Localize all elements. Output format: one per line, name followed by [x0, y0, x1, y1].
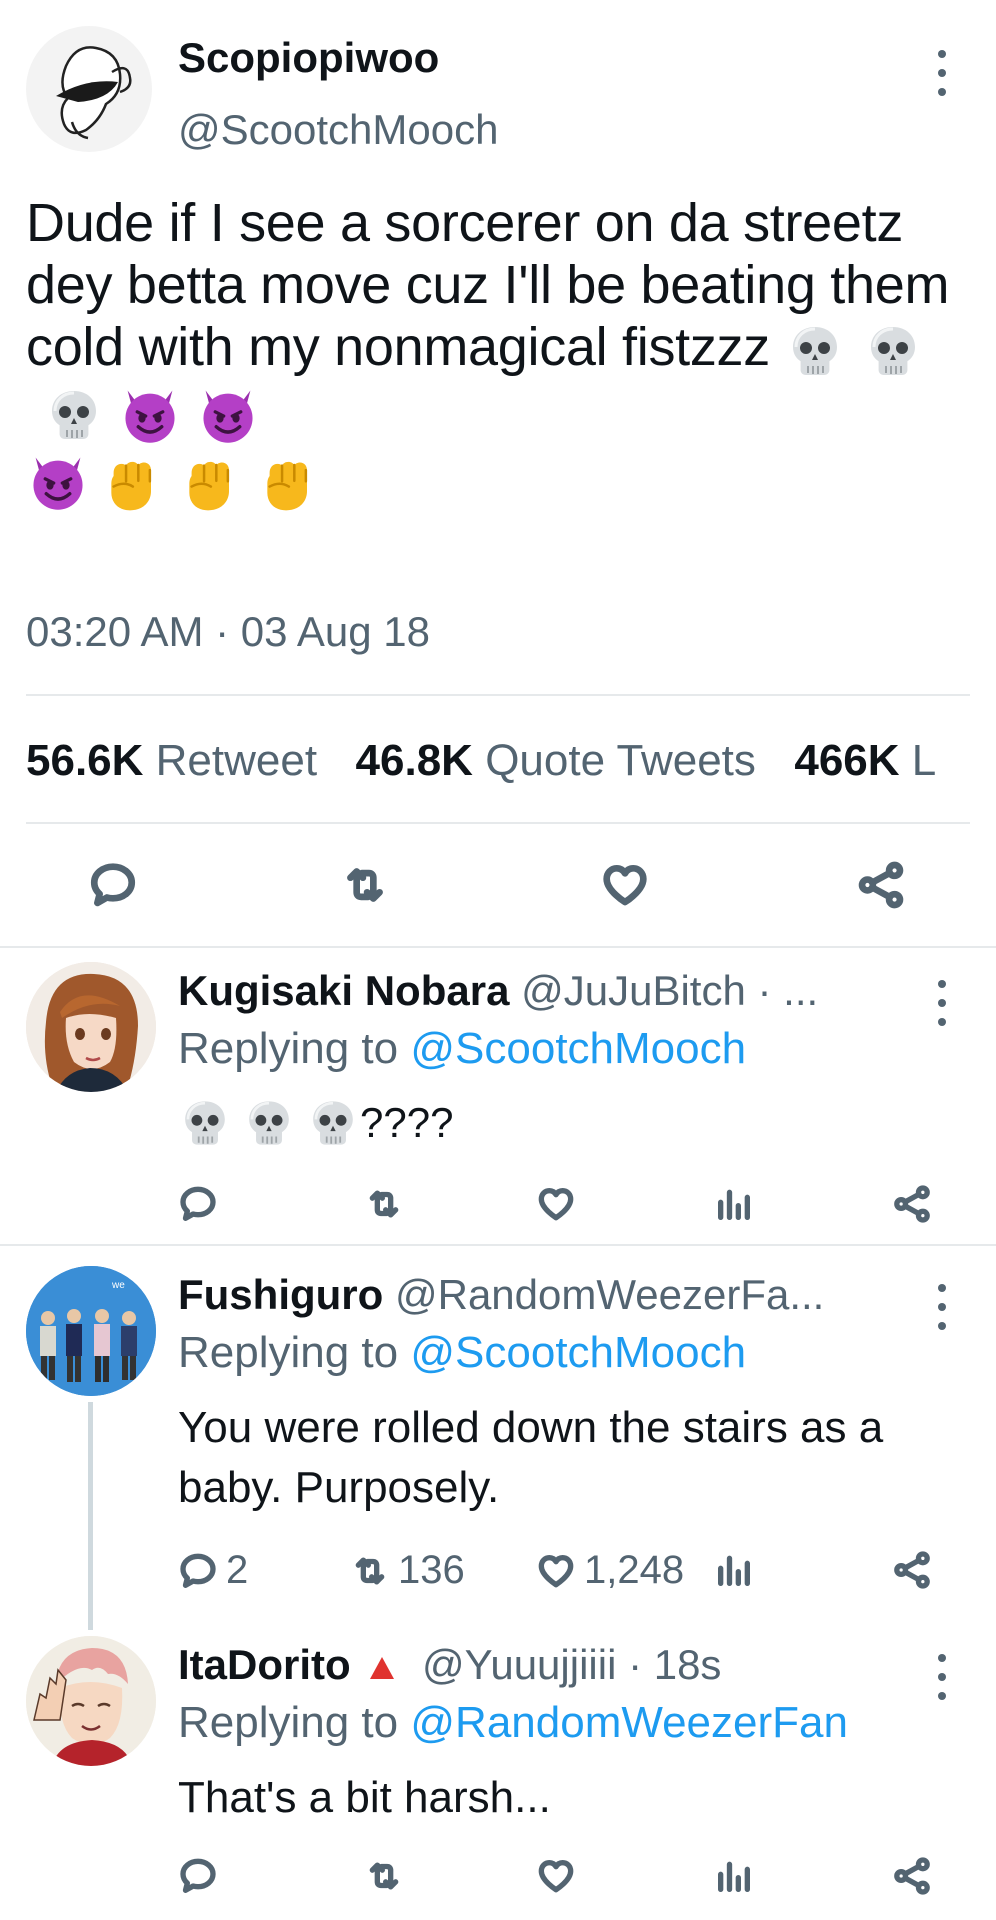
retweet-count[interactable]: 56.6K — [26, 736, 143, 785]
dot-icon — [938, 1284, 946, 1292]
fist-emoji-icon — [100, 448, 168, 516]
fist-emoji-icon — [178, 448, 246, 516]
reply-more-button[interactable] — [932, 1284, 952, 1330]
thread-line — [88, 1402, 93, 1630]
reply-more-button[interactable] — [932, 980, 952, 1026]
quote-label[interactable]: Quote Tweets — [485, 736, 756, 785]
author-handle[interactable]: @ScootchMooch — [178, 106, 498, 154]
replying-to-label: Replying to — [178, 1024, 399, 1073]
reply-button[interactable] — [88, 860, 138, 910]
reply-button[interactable] — [178, 1856, 218, 1896]
reply-avatar[interactable] — [26, 962, 156, 1092]
reply-header: Kugisaki Nobara @JuJuBitch · ... — [178, 966, 818, 1016]
dot-icon — [938, 1673, 946, 1681]
smiling-devil-emoji-icon — [118, 383, 182, 447]
skull-emoji-icon — [306, 1096, 360, 1150]
dot-icon — [938, 1654, 946, 1662]
tweet-more-button[interactable] — [932, 50, 952, 96]
skull-emoji-icon — [44, 385, 104, 445]
retweet-label[interactable]: Retweet — [156, 736, 317, 785]
divider — [0, 1244, 996, 1246]
retweet-button[interactable] — [340, 860, 390, 910]
smiling-devil-emoji-icon — [26, 450, 90, 514]
share-button[interactable] — [892, 1550, 932, 1590]
reply-handle[interactable]: @Yuuujjiiii · 18s — [422, 1641, 721, 1688]
views-button[interactable] — [714, 1856, 754, 1896]
replying-to: Replying to @RandomWeezerFan — [178, 1698, 848, 1748]
share-button[interactable] — [856, 860, 906, 910]
dot-icon — [938, 980, 946, 988]
reply-text: ???? — [178, 1092, 453, 1151]
author-display-name[interactable]: Scopiopiwoo — [178, 34, 439, 82]
dot-icon — [938, 88, 946, 96]
reply-header: ItaDorito @Yuuujjiiii · 18s — [178, 1640, 721, 1690]
like-label[interactable]: L — [912, 736, 936, 785]
reply-avatar[interactable] — [26, 1636, 156, 1766]
reply-display-name[interactable]: ItaDorito — [178, 1641, 351, 1688]
reply-body: You were rolled down the stairs as a bab… — [178, 1403, 884, 1512]
share-button[interactable] — [892, 1184, 932, 1224]
like-button[interactable] — [600, 860, 650, 910]
retweet-count: 136 — [398, 1548, 465, 1592]
dot-icon — [938, 69, 946, 77]
like-count: 1,248 — [584, 1548, 685, 1592]
skull-emoji-icon — [178, 1096, 232, 1150]
reply-display-name[interactable]: Fushiguro — [178, 1271, 383, 1318]
replying-to-handle[interactable]: @ScootchMooch — [410, 1328, 746, 1377]
tweet-text: Dude if I see a sorcerer on da streetz d… — [26, 192, 976, 516]
replying-to: Replying to @ScootchMooch — [178, 1328, 746, 1378]
reply-body: That's a bit harsh... — [178, 1773, 551, 1822]
reply-body: ???? — [360, 1098, 454, 1146]
dot-icon — [938, 1303, 946, 1311]
reply-header: Fushiguro @RandomWeezerFa... — [178, 1270, 824, 1320]
reply-more-button[interactable] — [932, 1654, 952, 1700]
reply-button[interactable]: 2 — [178, 1548, 248, 1593]
replying-to-handle[interactable]: @ScootchMooch — [410, 1024, 746, 1073]
views-button[interactable] — [714, 1550, 754, 1590]
dot-icon — [938, 50, 946, 58]
quote-count[interactable]: 46.8K — [356, 736, 473, 785]
like-count[interactable]: 466K — [794, 736, 899, 785]
reply-display-name[interactable]: Kugisaki Nobara — [178, 967, 509, 1014]
like-button[interactable] — [536, 1184, 576, 1224]
divider — [26, 694, 970, 696]
reply-handle[interactable]: @JuJuBitch · ... — [521, 967, 818, 1014]
dot-icon — [938, 999, 946, 1007]
retweet-button[interactable] — [364, 1184, 404, 1224]
reply-avatar[interactable]: we — [26, 1266, 156, 1396]
divider — [26, 822, 970, 824]
svg-text:we: we — [111, 1280, 125, 1291]
tweet-stats: 56.6K Retweet 46.8K Quote Tweets 466K L — [26, 736, 996, 786]
dot-icon — [938, 1322, 946, 1330]
author-avatar[interactable] — [26, 26, 152, 152]
red-triangle-icon — [368, 1655, 396, 1681]
views-button[interactable] — [714, 1184, 754, 1224]
replying-to-label: Replying to — [178, 1328, 399, 1377]
like-button[interactable] — [536, 1856, 576, 1896]
smiling-devil-emoji-icon — [196, 383, 260, 447]
share-button[interactable] — [892, 1856, 932, 1896]
fist-emoji-icon — [256, 448, 324, 516]
skull-emoji-icon — [785, 321, 845, 381]
retweet-button[interactable]: 136 — [350, 1548, 465, 1593]
like-button[interactable]: 1,248 — [536, 1548, 684, 1593]
replying-to-label: Replying to — [178, 1698, 399, 1747]
retweet-button[interactable] — [364, 1856, 404, 1896]
divider — [0, 946, 996, 948]
tweet-timestamp[interactable]: 03:20 AM · 03 Aug 18 — [26, 608, 430, 656]
reply-button[interactable] — [178, 1184, 218, 1224]
dot-icon — [938, 1018, 946, 1026]
reply-count: 2 — [226, 1548, 249, 1592]
skull-emoji-icon — [863, 321, 923, 381]
replying-to: Replying to @ScootchMooch — [178, 1024, 746, 1074]
replying-to-handle[interactable]: @RandomWeezerFan — [410, 1698, 848, 1747]
reply-handle[interactable]: @RandomWeezerFa... — [395, 1271, 824, 1318]
dot-icon — [938, 1692, 946, 1700]
skull-emoji-icon — [242, 1096, 296, 1150]
